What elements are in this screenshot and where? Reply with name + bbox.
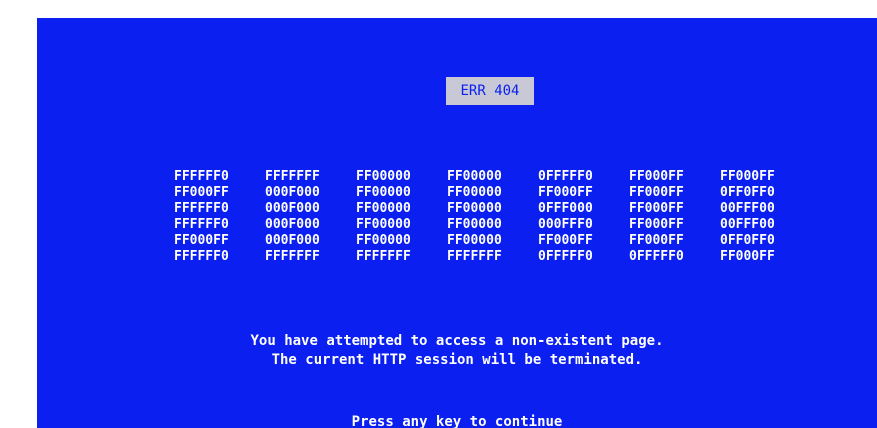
error-message-line-1: You have attempted to access a non-exist… xyxy=(250,333,664,349)
continue-prompt[interactable]: Press any key to continue xyxy=(37,413,877,428)
hex-cell: FFFFFFF xyxy=(447,249,502,264)
hex-row: FFFFFF0 FFFFFFF FF00000 FF00000 0FFFFF0 FF000… xyxy=(174,167,814,184)
error-code-badge: ERR 404 xyxy=(446,77,534,105)
hex-row: FFFFFF0 000F000 FF00000 FF00000 000FFF0 FF000… xyxy=(174,215,814,232)
hex-art-block: FFFFFF0 FFFFFFF FF00000 FF00000 0FFFFF0 FF000… xyxy=(174,167,814,264)
hex-cell: 0FFFFF0 xyxy=(629,249,684,264)
error-message-line-2: The current HTTP session will be termina… xyxy=(271,352,643,368)
error-screen[interactable]: ERR 404 FFFFFF0 FFFFFFF FF00000 FF00000 0FFF… xyxy=(37,18,877,428)
hex-cell: FFFFFF0 xyxy=(174,249,229,264)
hex-cell: FFFFFFF xyxy=(356,249,411,264)
hex-row: FFFFFF0 000F000 FF00000 FF00000 0FFF000 FF000… xyxy=(174,199,814,216)
hex-cell: 0FFFFF0 xyxy=(538,249,593,264)
hex-cell: FFFFFFF xyxy=(265,249,320,264)
page: ERR 404 FFFFFF0 FFFFFFF FF00000 FF00000 0FFF… xyxy=(0,0,877,428)
hex-cell: FF000FF xyxy=(720,249,775,264)
error-message: You have attempted to access a non-exist… xyxy=(37,332,877,370)
hex-row: FFFFFF0 FFFFFFF FFFFFFF FFFFFFF 0FFFFF0 0FFFF… xyxy=(174,247,814,264)
hex-row: FF000FF 000F000 FF00000 FF00000 FF000FF FF000… xyxy=(174,183,814,200)
hex-row: FF000FF 000F000 FF00000 FF00000 FF000FF FF000… xyxy=(174,231,814,248)
